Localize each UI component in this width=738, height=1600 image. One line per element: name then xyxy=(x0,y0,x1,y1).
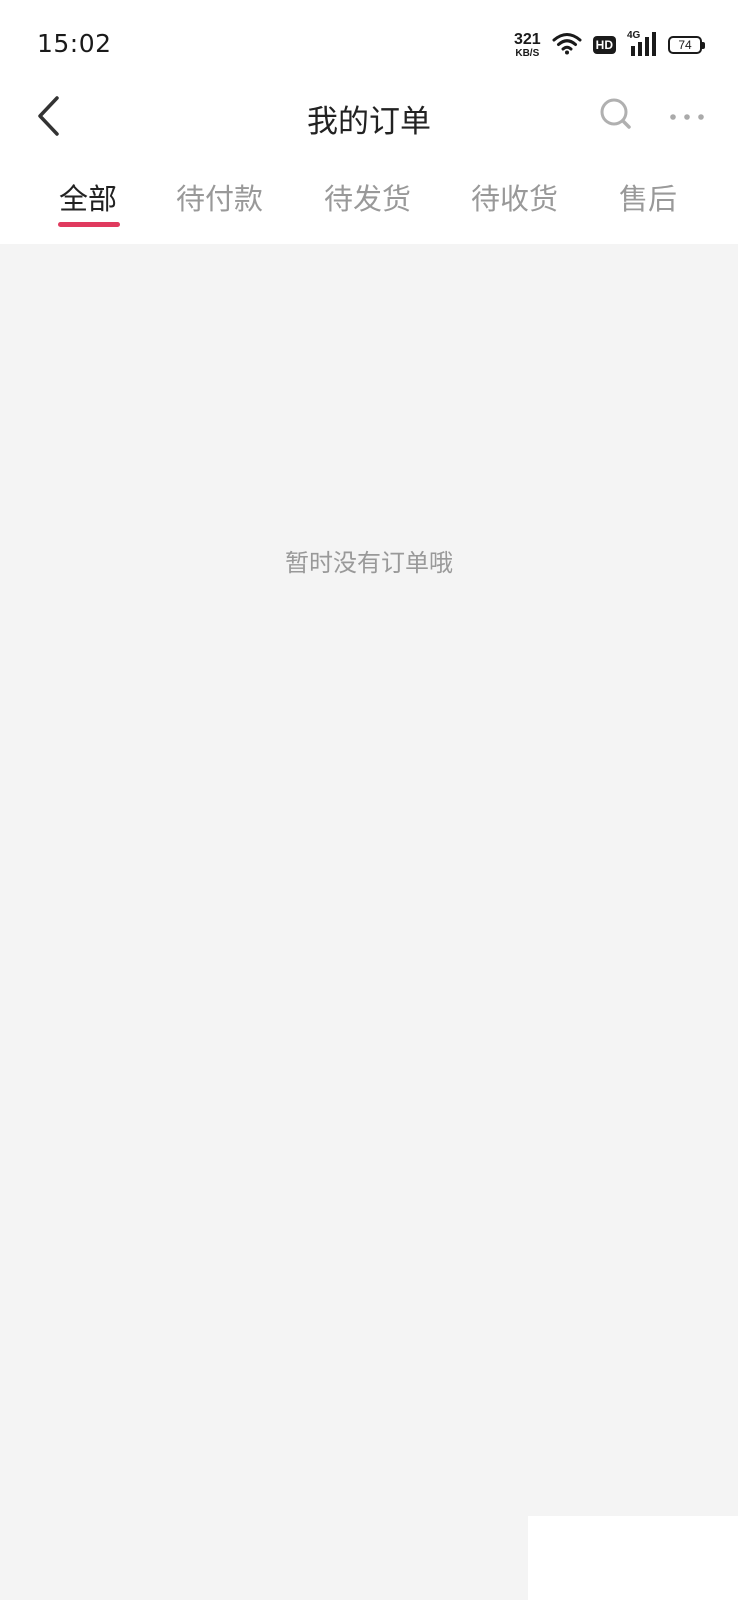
network-speed-value: 321 xyxy=(513,30,541,48)
tab-pending-payment[interactable]: 待付款 xyxy=(176,176,263,226)
order-status-tabs: 全部 待付款 待发货 待收货 售后 xyxy=(0,158,738,244)
search-button[interactable] xyxy=(594,90,638,142)
top-nav-bar: 我的订单 xyxy=(0,82,738,158)
status-bar: 15:02 321 KB/S HD 4G 74 xyxy=(0,0,738,82)
tab-after-sales[interactable]: 售后 xyxy=(619,176,677,226)
network-speed-unit: KB/S xyxy=(515,47,540,59)
network-speed: 321 KB/S xyxy=(513,30,541,59)
empty-state-message: 暂时没有订单哦 xyxy=(285,549,453,577)
corner-overlay xyxy=(528,1516,738,1600)
tab-pending-receipt[interactable]: 待收货 xyxy=(471,176,558,226)
signal-icon: 4G xyxy=(627,30,657,58)
wifi-icon xyxy=(552,31,582,59)
tab-pending-shipment[interactable]: 待发货 xyxy=(324,176,411,226)
orders-page: 15:02 321 KB/S HD 4G 74 我的订单 全部 待付款 待发货 … xyxy=(0,0,738,1600)
hd-badge: HD xyxy=(592,36,616,54)
battery-level: 74 xyxy=(678,38,692,52)
status-time: 15:02 xyxy=(37,29,112,58)
order-list-area[interactable]: 暂时没有订单哦 xyxy=(0,244,738,1600)
battery-icon: 74 xyxy=(668,36,705,54)
active-tab-indicator xyxy=(58,222,120,227)
search-icon xyxy=(598,96,634,136)
status-indicators: 321 KB/S HD 4G 74 xyxy=(513,30,705,60)
tab-all[interactable]: 全部 xyxy=(59,176,117,226)
more-button[interactable] xyxy=(664,90,710,142)
more-dots-icon xyxy=(669,107,705,126)
